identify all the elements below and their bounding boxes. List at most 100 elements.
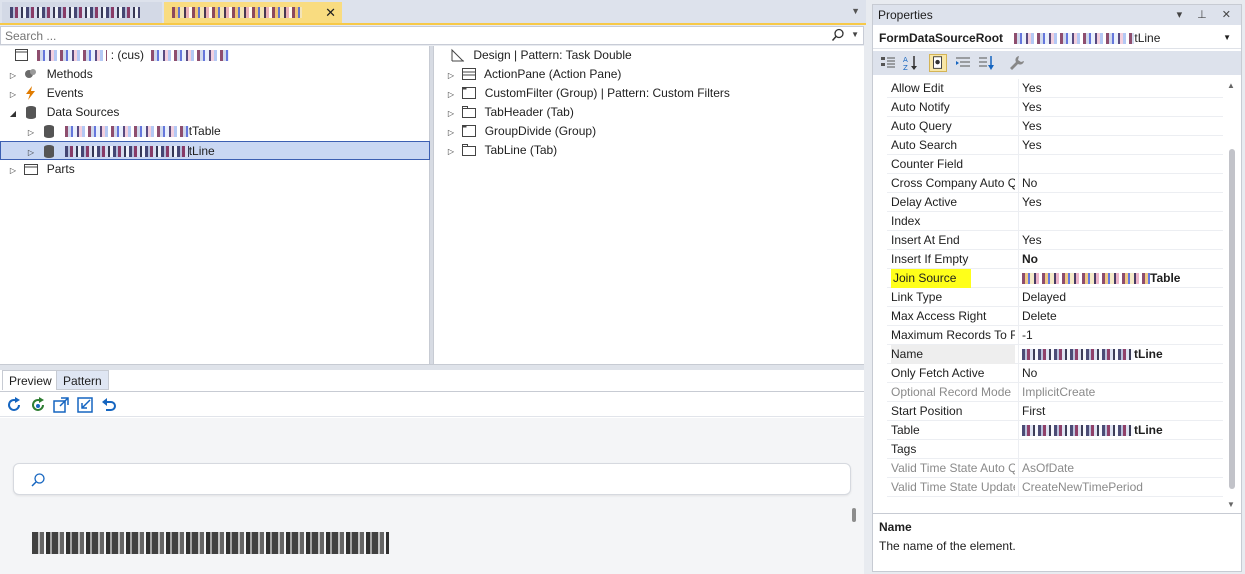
undo-icon[interactable] <box>101 397 117 413</box>
property-value[interactable]: -1 <box>1018 326 1223 345</box>
wrench-icon[interactable] <box>1007 54 1025 72</box>
tree-node-datasource-table[interactable]: ▷ tTable <box>24 122 221 141</box>
design-root-node[interactable]: Design | Pattern: Task Double <box>450 46 632 65</box>
expand-arrow-icon[interactable]: ▷ <box>444 66 458 85</box>
property-row[interactable]: Valid Time State Update CreateNewTimePeri… <box>887 478 1223 497</box>
action-pane-icon <box>462 67 477 80</box>
property-value[interactable]: ImplicitCreate <box>1018 383 1223 402</box>
tree-node-data-sources[interactable]: ◢ Data Sources <box>6 103 119 122</box>
property-value[interactable]: Yes <box>1018 231 1223 250</box>
property-row[interactable]: Join Source Table <box>887 269 1223 288</box>
close-tab-icon[interactable]: ✕ <box>325 5 336 21</box>
property-value[interactable]: AsOfDate <box>1018 459 1223 478</box>
design-node-groupdivide[interactable]: ▷ GroupDivide (Group) <box>444 122 596 141</box>
open-in-window-icon[interactable] <box>53 397 69 413</box>
refresh-all-icon[interactable] <box>30 397 46 413</box>
property-row[interactable]: Link Type Delayed <box>887 288 1223 307</box>
property-row[interactable]: Delay Active Yes <box>887 193 1223 212</box>
property-row[interactable]: Counter Field <box>887 155 1223 174</box>
property-value[interactable]: Delete <box>1018 307 1223 326</box>
sort-order-icon[interactable] <box>977 54 995 72</box>
expand-arrow-icon[interactable]: ▷ <box>6 85 20 104</box>
scrollbar-thumb[interactable] <box>1229 149 1235 489</box>
property-value[interactable] <box>1018 440 1223 459</box>
tab-preview[interactable]: Preview <box>2 370 59 390</box>
sort-alphabetical-icon[interactable]: AZ <box>902 54 920 72</box>
property-row[interactable]: Name tLine <box>887 345 1223 364</box>
collapse-arrow-icon[interactable]: ◢ <box>6 104 20 123</box>
categorized-icon[interactable] <box>879 54 897 72</box>
document-tab-active[interactable]: ✕ <box>164 2 342 23</box>
properties-window-buttons[interactable]: ▾ ⊥ ✕ <box>1177 5 1237 25</box>
properties-object-selector[interactable]: FormDataSourceRoot tLine ▼ <box>873 27 1241 49</box>
expand-arrow-icon[interactable]: ▷ <box>6 66 20 85</box>
dock-icon[interactable] <box>77 397 93 413</box>
property-value[interactable]: No <box>1018 174 1223 193</box>
preview-search-box[interactable] <box>13 463 851 495</box>
property-row[interactable]: Allow Edit Yes <box>887 79 1223 98</box>
svg-text:Z: Z <box>903 64 908 72</box>
property-row[interactable]: Valid Time State Auto QueryAsOfDate <box>887 459 1223 478</box>
properties-scrollbar[interactable]: ▲ ▼ <box>1227 77 1237 511</box>
design-node-actionpane[interactable]: ▷ ActionPane (Action Pane) <box>444 65 622 85</box>
property-value[interactable]: CreateNewTimePeriod <box>1018 478 1223 497</box>
property-row[interactable]: Index <box>887 212 1223 231</box>
property-row[interactable]: Insert At End Yes <box>887 231 1223 250</box>
expand-arrow-icon[interactable]: ▷ <box>444 142 458 161</box>
property-value[interactable] <box>1018 212 1223 231</box>
property-value[interactable]: No <box>1018 250 1223 269</box>
property-value[interactable]: Yes <box>1018 193 1223 212</box>
property-row[interactable]: Optional Record Mode ImplicitCreate <box>887 383 1223 402</box>
design-node-customfilter[interactable]: ▷ CustomFilter (Group) | Pattern: Custom… <box>444 84 730 103</box>
tree-node-methods[interactable]: ▷ Methods <box>6 65 93 84</box>
events-list-icon[interactable] <box>954 54 972 72</box>
tab-pattern[interactable]: Pattern <box>56 370 109 390</box>
property-value[interactable]: Table <box>1018 269 1223 288</box>
property-row[interactable]: Auto Query Yes <box>887 117 1223 136</box>
property-value[interactable]: Yes <box>1018 98 1223 117</box>
property-value[interactable]: tLine <box>1018 345 1223 364</box>
tree-search-input[interactable] <box>1 27 821 44</box>
property-value[interactable]: tLine <box>1018 421 1223 440</box>
property-row[interactable]: Start Position First <box>887 402 1223 421</box>
tree-node-parts[interactable]: ▷ Parts <box>6 160 75 179</box>
property-value[interactable]: Yes <box>1018 79 1223 98</box>
property-row[interactable]: Auto Search Yes <box>887 136 1223 155</box>
design-node-tabline[interactable]: ▷ TabLine (Tab) <box>444 141 557 160</box>
search-icon[interactable] <box>831 28 845 42</box>
tree-node-events[interactable]: ▷ Events <box>6 84 83 103</box>
expand-arrow-icon[interactable]: ▷ <box>444 85 458 104</box>
property-row[interactable]: Cross Company Auto QueryNo <box>887 174 1223 193</box>
property-row[interactable]: Auto Notify Yes <box>887 98 1223 117</box>
scroll-up-icon[interactable]: ▲ <box>1227 81 1235 90</box>
search-options-chevron-icon[interactable]: ▼ <box>851 30 859 39</box>
expand-arrow-icon[interactable]: ▷ <box>24 123 38 142</box>
tree-root-node[interactable]: : (cus) <box>14 46 230 65</box>
property-value[interactable]: Yes <box>1018 136 1223 155</box>
property-value[interactable] <box>1018 155 1223 174</box>
property-row[interactable]: Maximum Records To Retrieve-1 <box>887 326 1223 345</box>
property-row[interactable]: Max Access Right Delete <box>887 307 1223 326</box>
scroll-down-icon[interactable]: ▼ <box>1227 500 1235 509</box>
refresh-icon[interactable] <box>6 397 22 413</box>
property-value[interactable]: First <box>1018 402 1223 421</box>
property-row[interactable]: Table tLine <box>887 421 1223 440</box>
preview-scrollbar[interactable] <box>852 508 856 522</box>
tree-node-datasource-line[interactable]: ▷ tLine <box>0 141 430 160</box>
property-name: Maximum Records To Retrieve <box>891 328 1015 342</box>
chevron-down-icon[interactable]: ▼ <box>1223 27 1231 49</box>
property-row[interactable]: Insert If Empty No <box>887 250 1223 269</box>
design-node-tabheader[interactable]: ▷ TabHeader (Tab) <box>444 103 574 122</box>
property-value[interactable]: Delayed <box>1018 288 1223 307</box>
expand-arrow-icon[interactable]: ▷ <box>6 161 20 180</box>
expand-arrow-icon[interactable]: ▷ <box>444 123 458 142</box>
expand-arrow-icon[interactable]: ▷ <box>444 104 458 123</box>
tab-overflow-icon[interactable]: ▼ <box>851 6 860 16</box>
property-pages-icon[interactable] <box>929 54 947 72</box>
property-row[interactable]: Only Fetch Active No <box>887 364 1223 383</box>
property-value[interactable]: Yes <box>1018 117 1223 136</box>
property-value[interactable]: No <box>1018 364 1223 383</box>
document-tab-1[interactable] <box>2 2 162 23</box>
form-tree-pane: : (cus) ▷ Methods ▷ Events ◢ Data Source… <box>0 46 430 364</box>
property-row[interactable]: Tags <box>887 440 1223 459</box>
